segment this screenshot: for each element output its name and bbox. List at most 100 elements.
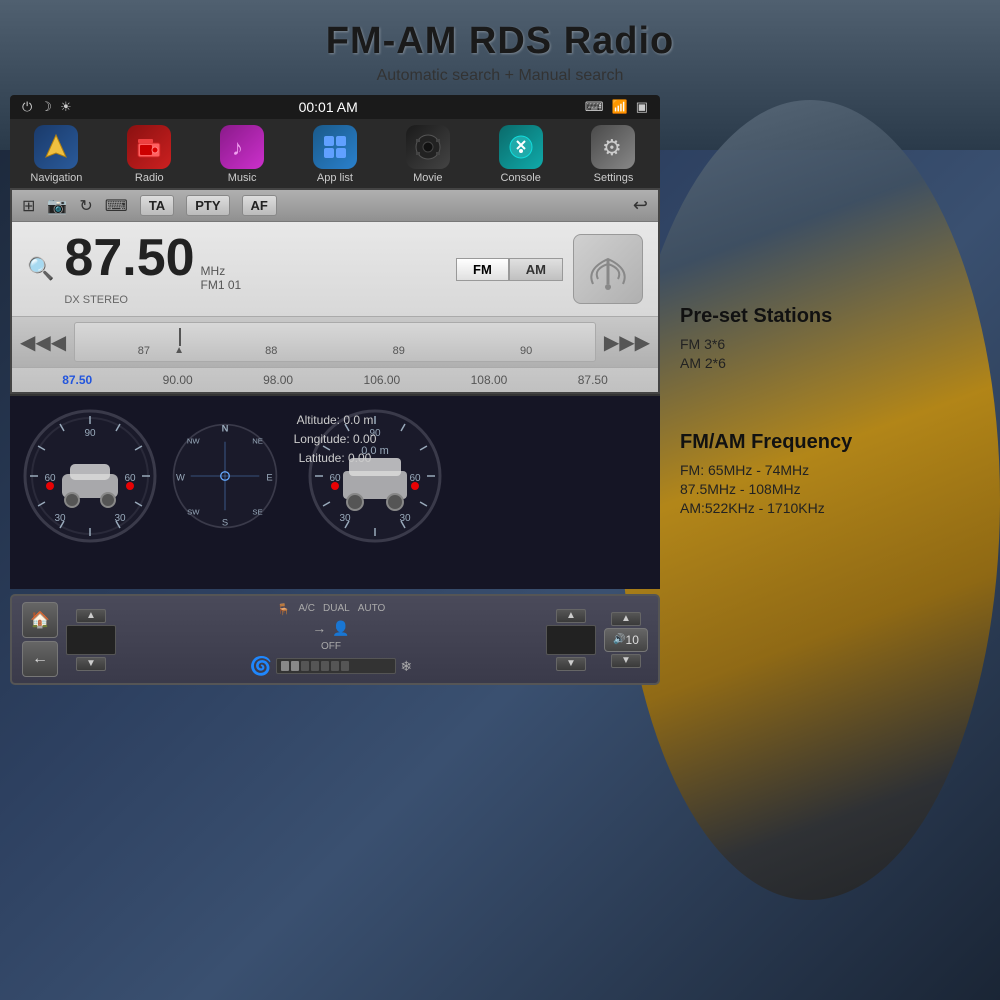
temp-right-down[interactable]: ▼ <box>556 657 586 671</box>
station-4[interactable]: 106.00 <box>364 373 401 387</box>
station-6[interactable]: 87.50 <box>578 373 608 387</box>
fan-seg-6 <box>331 661 339 671</box>
climate-labels: 🪑 A/C DUAL AUTO <box>277 603 386 616</box>
info-panel: Pre-set Stations FM 3*6 AM 2*6 FM/AM Fre… <box>660 95 990 685</box>
camera-icon[interactable]: 📷 <box>47 196 67 216</box>
sidebar-item-settings[interactable]: ⚙ Settings <box>573 125 653 184</box>
am-button[interactable]: AM <box>509 258 563 281</box>
temp-right-up[interactable]: ▲ <box>556 609 586 623</box>
tune-next-button[interactable]: ▶▶▶ <box>604 330 650 355</box>
status-time: 00:01 AM <box>299 99 358 115</box>
back-nav-button[interactable]: ← <box>22 641 58 677</box>
status-left-icons: ⏻ ☽ ☀ <box>22 99 72 115</box>
power-icon[interactable]: ⏻ <box>22 99 32 115</box>
applist-label: App list <box>317 172 353 184</box>
movie-icon <box>406 125 450 169</box>
mark-89: 89 <box>393 345 405 357</box>
equalizer-icon[interactable]: ⊞ <box>22 196 35 216</box>
longitude-text: Longitude: 0.00 <box>294 430 377 449</box>
svg-text:SE: SE <box>252 508 262 517</box>
climate-bar: 🏠 ← ▲ ▼ 🪑 A/C DUAL AUTO <box>10 594 660 685</box>
sidebar-item-music[interactable]: ♪ Music <box>202 125 282 184</box>
night-icon[interactable]: ☽ <box>40 99 52 115</box>
fm-freq-2: 87.5MHz - 108MHz <box>680 481 970 497</box>
fan-seg-5 <box>321 661 329 671</box>
console-icon <box>499 125 543 169</box>
frequency-info: DX STEREO <box>64 294 446 306</box>
svg-text:SW: SW <box>187 508 200 517</box>
search-icon[interactable]: 🔍 <box>27 256 54 282</box>
ta-button[interactable]: TA <box>140 195 174 216</box>
home-button[interactable]: 🏠 <box>22 602 58 638</box>
am-preset: AM 2*6 <box>680 355 970 371</box>
frequency-value: 87.50 <box>64 232 194 284</box>
temp-left-display <box>66 625 116 655</box>
temp-left-down[interactable]: ▼ <box>76 657 106 671</box>
station-list: 87.50 90.00 98.00 106.00 108.00 87.50 <box>12 367 658 392</box>
vol-up[interactable]: ▲ <box>611 612 641 626</box>
volume-display: 🔊 10 <box>604 628 648 652</box>
svg-text:♪: ♪ <box>232 135 243 160</box>
svg-text:E: E <box>266 471 272 482</box>
music-label: Music <box>228 172 257 184</box>
radio-toolbar: ⊞ 📷 ↻ ⌨ TA PTY AF ↩ <box>12 190 658 222</box>
speedometer-gauge: 90 60 60 30 30 <box>20 406 160 546</box>
fm-button[interactable]: FM <box>456 258 509 281</box>
svg-text:90: 90 <box>84 428 96 439</box>
preset-stations-section: Pre-set Stations FM 3*6 AM 2*6 <box>680 305 970 371</box>
svg-text:⚙: ⚙ <box>602 135 622 160</box>
nav-label: Navigation <box>30 172 82 184</box>
page-subtitle: Automatic search + Manual search <box>326 67 675 85</box>
sidebar-item-movie[interactable]: Movie <box>388 125 468 184</box>
dual-label: DUAL <box>323 603 350 616</box>
refresh-icon[interactable]: ↻ <box>79 196 92 216</box>
fm-preset: FM 3*6 <box>680 336 970 352</box>
tune-prev-button[interactable]: ◀◀◀ <box>20 330 66 355</box>
wifi-icon: 📶 <box>612 99 628 115</box>
fan-seg-3 <box>301 661 309 671</box>
fan-seg-7 <box>341 661 349 671</box>
brightness-icon[interactable]: ☀ <box>60 99 72 115</box>
settings-icon: ⚙ <box>591 125 635 169</box>
sidebar-item-navigation[interactable]: Navigation <box>16 125 96 184</box>
frequency-section: FM/AM Frequency FM: 65MHz - 74MHz 87.5MH… <box>680 431 970 516</box>
temp-right-display <box>546 625 596 655</box>
keyboard-icon[interactable]: ⌨ <box>105 196 128 216</box>
preset-stations-title: Pre-set Stations <box>680 305 970 328</box>
mark-87: 87 <box>138 345 150 357</box>
navigation-icon <box>34 125 78 169</box>
station-2[interactable]: 90.00 <box>163 373 193 387</box>
svg-text:30: 30 <box>114 513 126 524</box>
temp-left-up[interactable]: ▲ <box>76 609 106 623</box>
station-5[interactable]: 108.00 <box>471 373 508 387</box>
music-icon: ♪ <box>220 125 264 169</box>
vol-down[interactable]: ▼ <box>611 654 641 668</box>
af-button[interactable]: AF <box>242 195 277 216</box>
tuner-bar[interactable]: 87 88 89 90 <box>74 322 596 362</box>
status-right-icons: ⌨ 📶 ▣ <box>585 99 648 115</box>
snowflake-icon: ❄ <box>400 658 412 675</box>
speaker-icon: 🔊 <box>613 634 625 645</box>
settings-label: Settings <box>594 172 634 184</box>
sidebar-item-applist[interactable]: App list <box>295 125 375 184</box>
svg-text:W: W <box>176 471 185 482</box>
seat-heat-icon: 🪑 <box>277 603 291 616</box>
band-selector: FM AM <box>456 258 563 281</box>
sidebar-item-radio[interactable]: Radio <box>109 125 189 184</box>
tuner-needle <box>179 328 181 346</box>
back-button[interactable]: ↩ <box>633 195 648 216</box>
page-title: FM-AM RDS Radio <box>326 20 675 63</box>
gps-info: Altitude: 0.0 m Longitude: 0.00 Latitude… <box>294 411 377 469</box>
usb-icon: ⌨ <box>585 99 604 115</box>
volume-value: 10 <box>626 633 639 647</box>
radio-screen: ⊞ 📷 ↻ ⌨ TA PTY AF ↩ 🔍 87.50 <box>10 188 660 394</box>
sidebar-item-console[interactable]: Console <box>481 125 561 184</box>
compass-gauge: N E S W NE SE SW NW <box>165 416 285 536</box>
off-label: OFF <box>321 641 341 652</box>
altitude-text: Altitude: 0.0 m <box>294 411 377 430</box>
station-1[interactable]: 87.50 <box>62 373 92 387</box>
pty-button[interactable]: PTY <box>186 195 229 216</box>
station-3[interactable]: 98.00 <box>263 373 293 387</box>
svg-text:NE: NE <box>252 436 263 445</box>
fan-seg-4 <box>311 661 319 671</box>
